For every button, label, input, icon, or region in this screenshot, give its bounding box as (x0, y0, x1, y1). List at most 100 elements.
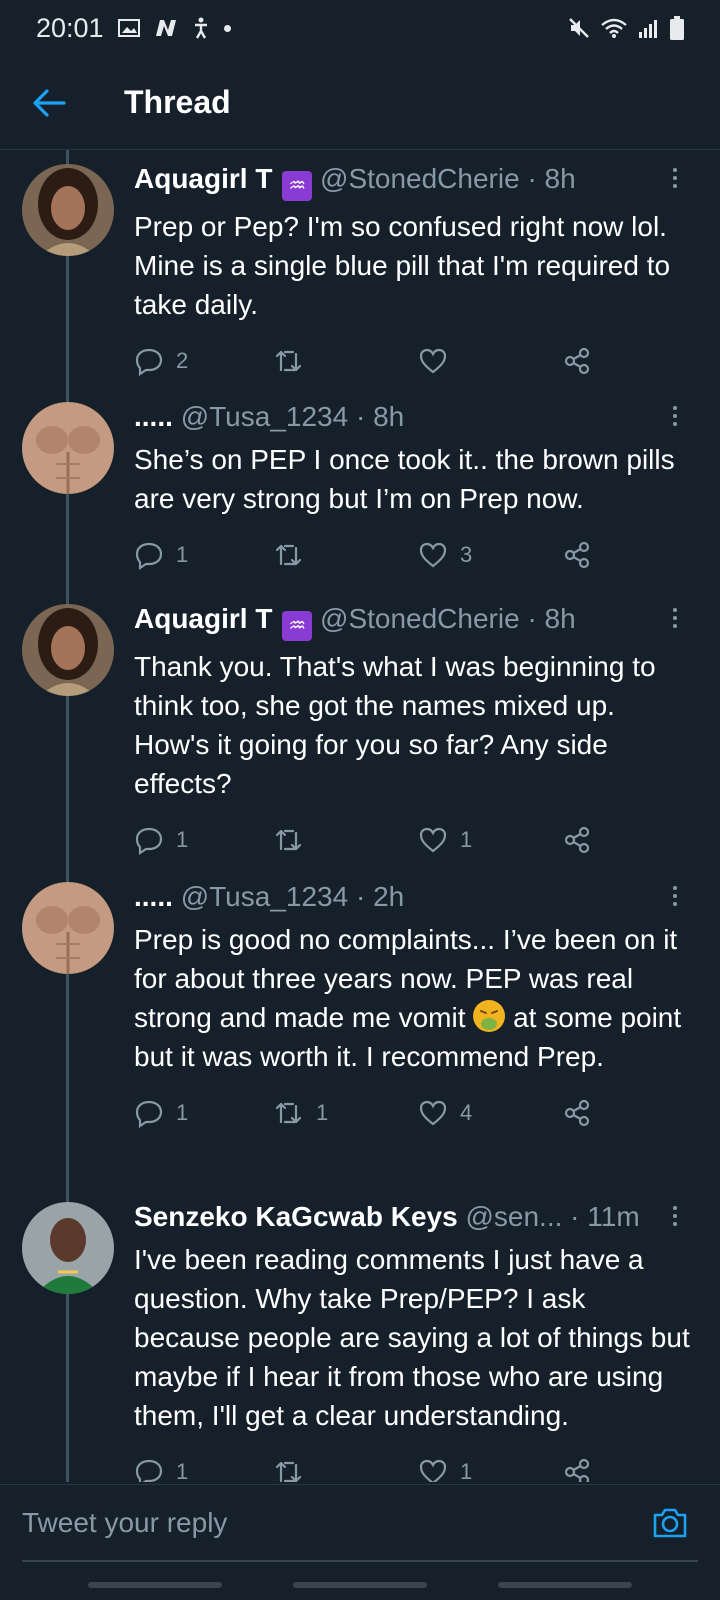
tweet[interactable]: Aquagirl T ♒ @StonedCherie · 8h Thank yo… (0, 602, 720, 855)
dot-icon (223, 24, 231, 32)
tweet-meta: Aquagirl T ♒ @StonedCherie · 8h (134, 162, 690, 201)
thread-list[interactable]: Aquagirl T ♒ @StonedCherie · 8h Prep or … (0, 150, 720, 1482)
tweet-text: I've been reading comments I just have a… (134, 1244, 690, 1431)
tweet-actions: 1 3 (134, 540, 690, 580)
user-name[interactable]: ..... (134, 881, 173, 912)
tweet[interactable]: Aquagirl T ♒ @StonedCherie · 8h Prep or … (0, 162, 720, 388)
user-handle[interactable]: @Tusa_1234 (181, 401, 349, 432)
retweet-count: 1 (316, 1100, 329, 1125)
avatar[interactable] (22, 164, 114, 256)
user-handle[interactable]: @StonedCherie (320, 163, 520, 194)
avatar[interactable] (22, 402, 114, 494)
user-name[interactable]: Senzeko KaGcwab Keys (134, 1201, 458, 1232)
avatar[interactable] (22, 882, 114, 974)
reply-button[interactable]: 1 (134, 825, 188, 855)
tweet-meta: ..... @Tusa_1234 · 8h (134, 400, 690, 434)
tweet[interactable]: ..... @Tusa_1234 · 8h She’s on PEP I onc… (0, 400, 720, 570)
retweet-icon (275, 1461, 302, 1482)
aquarius-badge-icon: ♒ (282, 611, 313, 641)
more-options-button[interactable] (670, 1206, 680, 1232)
retweet-button[interactable] (274, 540, 316, 570)
reply-button[interactable]: 1 (134, 540, 188, 570)
share-button[interactable] (562, 1098, 592, 1128)
share-icon (564, 541, 590, 569)
tweet[interactable]: ..... @Tusa_1234 · 2h Prep is good no co… (0, 880, 720, 1180)
camera-icon[interactable] (650, 1503, 690, 1543)
tweet-time: · 2h (355, 881, 405, 912)
retweet-button[interactable] (274, 825, 316, 855)
avatar[interactable] (22, 604, 114, 696)
reply-count: 1 (176, 1459, 189, 1482)
tweet-meta: Senzeko KaGcwab Keys @sen... · 11m (134, 1200, 690, 1234)
gallery-icon (117, 19, 140, 37)
share-icon (564, 826, 590, 854)
aquarius-badge-icon: ♒ (282, 171, 313, 201)
more-options-button[interactable] (670, 168, 680, 194)
status-time: 20:01 (36, 12, 104, 43)
retweet-button[interactable] (274, 1457, 316, 1482)
more-options-button[interactable] (670, 886, 680, 912)
share-icon (564, 1099, 590, 1127)
tweet-time: · 8h (527, 603, 576, 634)
top-app-bar: Thread (0, 56, 720, 150)
like-button[interactable]: 1 (418, 1457, 472, 1482)
more-options-button[interactable] (670, 608, 680, 634)
vomit-emoji-icon (473, 1000, 506, 1032)
user-handle[interactable]: @Tusa_1234 (181, 881, 349, 912)
share-button[interactable] (562, 825, 592, 855)
tweet-text: Thank you. That's what I was beginning t… (134, 651, 656, 799)
user-name[interactable]: ..... (134, 401, 173, 432)
like-button[interactable] (418, 346, 460, 376)
reply-button[interactable]: 1 (134, 1098, 188, 1128)
tweet-meta: Aquagirl T ♒ @StonedCherie · 8h (134, 602, 690, 641)
user-name[interactable]: Aquagirl T (134, 603, 272, 634)
heart-icon (419, 1100, 447, 1126)
user-name[interactable]: Aquagirl T (134, 163, 272, 194)
retweet-button[interactable]: 1 (274, 1098, 328, 1128)
share-icon (564, 347, 590, 375)
retweet-icon (275, 829, 302, 851)
share-icon (564, 1458, 590, 1482)
like-button[interactable]: 1 (418, 825, 472, 855)
retweet-icon (275, 544, 302, 566)
reply-icon (135, 542, 163, 570)
like-count: 3 (460, 542, 473, 567)
tweet-text: Prep is good no complaints... I’ve been … (134, 920, 690, 1076)
reply-bar: Tweet your reply (0, 1484, 720, 1560)
reply-icon (135, 1100, 163, 1128)
reply-input[interactable]: Tweet your reply (22, 1507, 650, 1539)
like-count: 1 (460, 1459, 473, 1482)
more-options-button[interactable] (670, 406, 680, 432)
page-title: Thread (124, 84, 231, 120)
battery-icon (670, 16, 684, 40)
nav-back-button[interactable] (498, 1582, 632, 1588)
like-button[interactable]: 4 (418, 1098, 472, 1128)
reply-button[interactable]: 2 (134, 346, 188, 376)
user-handle[interactable]: @StonedCherie (320, 603, 520, 634)
like-button[interactable]: 3 (418, 540, 472, 570)
tweet[interactable]: Senzeko KaGcwab Keys @sen... · 11m I've … (0, 1200, 720, 1482)
nav-recents-button[interactable] (88, 1582, 222, 1588)
reply-underline (22, 1560, 698, 1562)
signal-icon (639, 20, 657, 38)
tweet-actions: 1 1 (134, 825, 690, 865)
mute-icon (569, 18, 589, 38)
share-button[interactable] (562, 346, 592, 376)
heart-icon (419, 1459, 447, 1482)
share-button[interactable] (562, 1457, 592, 1482)
nav-home-button[interactable] (293, 1582, 427, 1588)
reply-count: 2 (176, 348, 189, 373)
share-button[interactable] (562, 540, 592, 570)
accessibility-icon (194, 17, 207, 39)
tweet-text: She’s on PEP I once took it.. the brown … (134, 444, 675, 514)
tweet-meta: ..... @Tusa_1234 · 2h (134, 880, 690, 914)
retweet-button[interactable] (274, 346, 316, 376)
heart-icon (419, 542, 447, 568)
user-handle[interactable]: @sen... (465, 1201, 562, 1232)
reply-count: 1 (176, 1100, 189, 1125)
reply-button[interactable]: 1 (134, 1457, 188, 1482)
avatar[interactable] (22, 1202, 114, 1294)
back-arrow-icon (33, 88, 66, 117)
back-button[interactable] (24, 78, 74, 128)
reply-icon (135, 1459, 163, 1482)
